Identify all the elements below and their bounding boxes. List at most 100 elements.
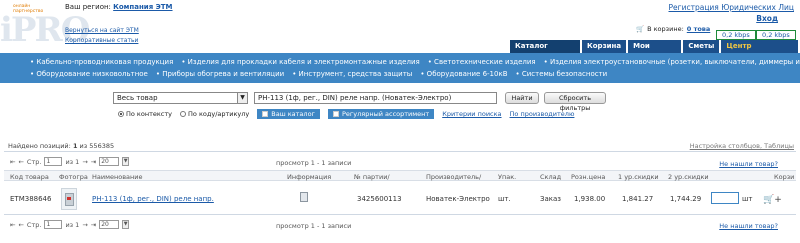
site-logo[interactable]: онлайн партнерство iPRO	[0, 0, 90, 50]
quantity-input[interactable]	[711, 192, 739, 204]
by-producer-link[interactable]: По производителю	[510, 110, 575, 118]
tab-support-center[interactable]: Центр поддержки	[721, 40, 798, 63]
cell-name-link[interactable]: РН-113 (1ф, рег., DIN) реле напр.	[92, 195, 214, 203]
col-stock[interactable]: Склад	[540, 173, 561, 181]
last-page-icon[interactable]: ⇥	[91, 158, 96, 166]
nav-heating[interactable]: • Приборы обогрева и вентиляции	[156, 70, 284, 78]
nav-wiring-devices[interactable]: • Изделия электроустановочные (розетки, …	[544, 58, 800, 66]
chevron-down-icon: ▼	[237, 93, 247, 103]
next-page-icon[interactable]: →	[82, 158, 87, 166]
add-to-cart-icon[interactable]: 🛒+	[763, 195, 782, 205]
cell-batch: 3425600113	[357, 195, 402, 203]
radio-by-context-label: По контексту	[126, 110, 173, 118]
col-disc2[interactable]: 2 ур.скидки	[668, 173, 709, 181]
my-catalog-label: Ваш каталог	[271, 110, 315, 118]
nav-6-10kv[interactable]: • Оборудование 6-10кВ	[420, 70, 507, 78]
scope-select[interactable]: Весь товар ▼	[113, 92, 248, 104]
region-selector: Ваш регион: Компания ЭТМ	[65, 3, 173, 11]
corporate-articles-link[interactable]: Корпоративные статьи	[65, 37, 138, 44]
column-settings-link[interactable]: Настройка столбцов, Таблицы	[690, 142, 794, 150]
page-size-select[interactable]: 20	[99, 220, 120, 229]
found-count: Найдено позиций: 1 из 556385	[8, 142, 114, 150]
my-catalog-checkbox[interactable]: Ваш каталог	[257, 109, 320, 119]
main-tabs: Каталог товаров Корзина Мои Заказы Сметы…	[510, 40, 800, 63]
radio-by-code[interactable]: По коду/артикулу	[180, 110, 249, 118]
register-link[interactable]: Регистрация Юридических Лиц	[669, 3, 794, 12]
chevron-down-icon[interactable]: ▼	[122, 220, 130, 229]
product-thumbnail[interactable]	[61, 188, 77, 210]
not-found-link[interactable]: Не нашли товар?	[719, 222, 778, 230]
tab-estimates[interactable]: Сметы	[683, 40, 720, 53]
back-to-site-link[interactable]: Вернуться на сайт ЭТМ	[65, 27, 139, 34]
col-code[interactable]: Код товара	[10, 173, 49, 181]
cart-count[interactable]: 0 това	[687, 25, 711, 33]
document-icon[interactable]	[300, 192, 308, 202]
cell-unit: шт.	[498, 195, 511, 203]
first-page-icon[interactable]: ⇤	[10, 158, 15, 166]
col-retail[interactable]: Розн.цена	[571, 173, 605, 181]
relay-indicator	[67, 197, 71, 200]
tab-cart[interactable]: Корзина	[582, 40, 627, 53]
last-page-icon[interactable]: ⇥	[91, 221, 96, 229]
records-view: просмотр 1 - 1 записи	[276, 159, 352, 167]
found-number: 1	[72, 142, 78, 150]
login-link[interactable]: Вход	[756, 14, 778, 23]
cell-producer: Новатек-Электро	[426, 195, 490, 203]
search-input[interactable]: РН-113 (1ф, рег., DIN) реле напр. (Новат…	[254, 92, 497, 104]
region-link[interactable]: Компания ЭТМ	[113, 3, 172, 11]
prev-page-icon[interactable]: ←	[18, 221, 23, 229]
next-page-icon[interactable]: →	[82, 221, 87, 229]
search-criteria-link[interactable]: Критерии поиска	[442, 110, 501, 118]
page-input[interactable]: 1	[44, 157, 63, 166]
reset-filters-button[interactable]: Сбросить фильтры	[544, 92, 606, 112]
page-label: Стр.	[26, 220, 42, 229]
col-pack[interactable]: Упак.	[498, 173, 516, 181]
col-cart[interactable]: Корзи	[774, 173, 794, 181]
nav-cable-laying[interactable]: • Изделия для прокладки кабеля и электро…	[181, 58, 419, 66]
regular-assortment-checkbox[interactable]: Регулярный ассортимент	[327, 109, 435, 119]
nav-lighting[interactable]: • Светотехнические изделия	[428, 58, 536, 66]
nav-low-voltage[interactable]: • Оборудование низковольтное	[30, 70, 148, 78]
tab-catalog[interactable]: Каталог товаров	[510, 40, 581, 63]
page-of: из 1	[65, 220, 80, 229]
cart-label: В корзине:	[647, 25, 684, 33]
region-label: Ваш регион:	[65, 3, 111, 11]
page-size-select[interactable]: 20	[99, 157, 120, 166]
col-info[interactable]: Информация	[287, 173, 331, 181]
chevron-down-icon[interactable]: ▼	[122, 157, 130, 166]
cart-summary[interactable]: 🛒 В корзине: 0 това	[636, 25, 710, 33]
radio-by-context[interactable]: По контексту	[118, 110, 172, 118]
radio-dot-icon	[180, 111, 187, 117]
pager-top: ⇤ ← Стр. 1 из 1 → ⇥ 20 ▼	[10, 157, 130, 166]
search-options: По контексту По коду/артикулу Ваш катало…	[118, 109, 574, 119]
nav-tools[interactable]: • Инструмент, средства защиты	[292, 70, 412, 78]
col-producer[interactable]: Производитель/	[426, 173, 481, 181]
first-page-icon[interactable]: ⇤	[10, 221, 15, 229]
nav-security[interactable]: • Системы безопасности	[516, 70, 608, 78]
col-name[interactable]: Наименование	[92, 173, 143, 181]
table-row: ЕТМ388646 РН-113 (1ф, рег., DIN) реле на…	[4, 184, 796, 214]
radio-by-code-label: По коду/артикулу	[188, 110, 250, 118]
records-view: просмотр 1 - 1 записи	[276, 222, 352, 230]
page-input[interactable]: 1	[44, 220, 63, 229]
found-total: из 556385	[79, 142, 115, 150]
col-disc1[interactable]: 1 ур.скидки	[618, 173, 659, 181]
scope-select-value: Весь товар	[117, 94, 158, 102]
find-button[interactable]: Найти	[505, 92, 539, 104]
pager-bottom: ⇤ ← Стр. 1 из 1 → ⇥ 20 ▼	[10, 220, 130, 229]
tab-my-orders[interactable]: Мои Заказы	[628, 40, 682, 63]
cell-disc1: 1,841.27	[622, 195, 654, 203]
col-batch[interactable]: № партии/	[354, 173, 390, 181]
not-found-link[interactable]: Не нашли товар?	[719, 160, 778, 168]
page-of: из 1	[65, 157, 80, 166]
speed-indicator-2: 0,2 kbps	[756, 30, 796, 40]
checkbox-icon	[262, 111, 269, 117]
divider	[4, 151, 796, 152]
prev-page-icon[interactable]: ←	[18, 158, 23, 166]
nav-cable-products[interactable]: • Кабельно-проводниковая продукция	[30, 58, 173, 66]
col-photo[interactable]: Фотогра	[59, 173, 88, 181]
table-header: Код товара Фотогра Наименование Информац…	[4, 170, 796, 181]
qty-unit: шт	[742, 195, 753, 203]
regular-assortment-label: Регулярный ассортимент	[341, 110, 430, 118]
cell-retail: 1,938.00	[574, 195, 606, 203]
